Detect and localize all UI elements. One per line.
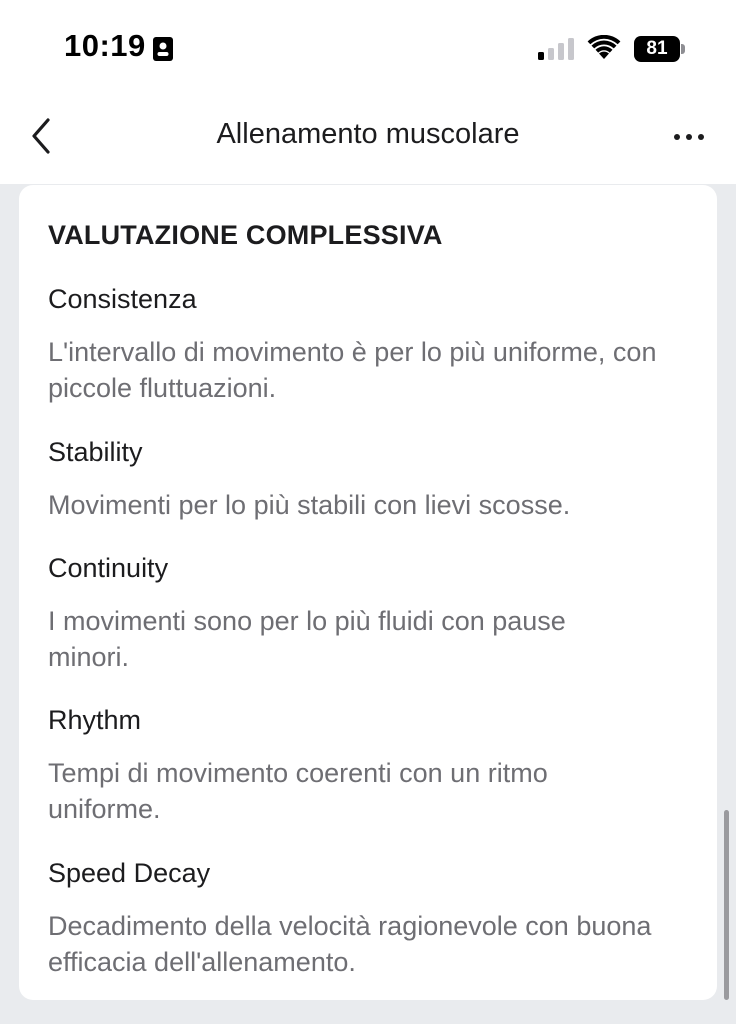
section-title: VALUTAZIONE COMPLESSIVA <box>48 220 443 250</box>
metric-name: Stability <box>48 437 143 467</box>
scrollbar[interactable] <box>724 810 729 1000</box>
metric-description: Movimenti per lo più stabili con lievi s… <box>48 490 571 520</box>
metric-name: Continuity <box>48 553 169 583</box>
metric-name: Speed Decay <box>48 858 211 888</box>
metric-description: L'intervallo di movimento è per lo più u… <box>48 337 657 403</box>
cellular-signal-icon <box>538 38 574 60</box>
metric-description: Tempi di movimento coerenti con un ritmo… <box>48 758 548 824</box>
metric-rhythm: Rhythm Tempi di movimento coerenti con u… <box>48 703 698 827</box>
metric-consistency: Consistenza L'intervallo di movimento è … <box>48 282 698 406</box>
status-time: 10:19 <box>64 28 146 63</box>
battery-level: 81 <box>646 38 668 59</box>
battery-tip <box>681 44 685 54</box>
battery-indicator: 81 <box>634 36 680 62</box>
metric-speed-decay: Speed Decay Decadimento della velocità r… <box>48 856 698 980</box>
metric-name: Rhythm <box>48 705 142 735</box>
metric-name: Consistenza <box>48 284 197 314</box>
wifi-icon <box>587 35 621 59</box>
metric-description: Decadimento della velocità ragionevole c… <box>48 911 652 977</box>
page-title: Allenamento muscolare <box>216 118 520 150</box>
ellipsis-icon[interactable] <box>668 126 710 148</box>
id-card-icon <box>153 37 173 61</box>
evaluation-card: VALUTAZIONE COMPLESSIVA Consistenza L'in… <box>19 185 717 1000</box>
metric-continuity: Continuity I movimenti sono per lo più f… <box>48 551 698 675</box>
metric-stability: Stability Movimenti per lo più stabili c… <box>48 435 698 523</box>
metric-description: I movimenti sono per lo più fluidi con p… <box>48 606 566 672</box>
status-bar: 10:19 81 <box>0 0 736 96</box>
